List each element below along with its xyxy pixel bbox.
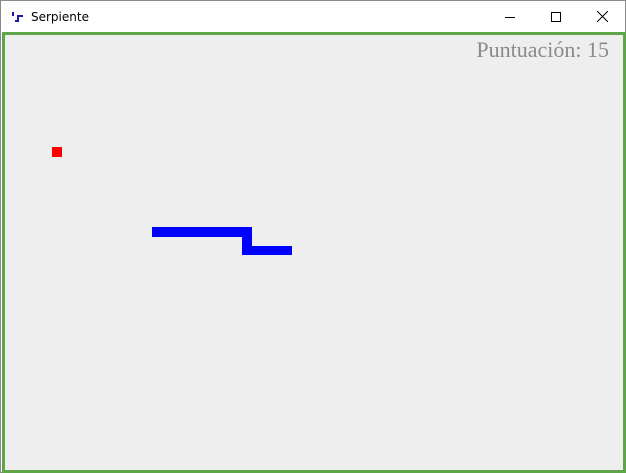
minimize-icon — [505, 16, 515, 18]
maximize-button[interactable] — [533, 1, 579, 32]
minimize-button[interactable] — [487, 1, 533, 32]
window-title: Serpiente — [31, 10, 89, 24]
game-canvas[interactable]: Puntuación: 15 — [2, 32, 626, 473]
snake-app-icon — [12, 12, 23, 22]
snake-head-segment — [242, 246, 292, 255]
close-button[interactable] — [579, 1, 625, 32]
food-pellet — [52, 147, 62, 157]
game-window: Serpiente Puntuación: 15 — [0, 0, 626, 473]
snake-body-segment — [152, 227, 252, 237]
title-bar[interactable]: Serpiente — [1, 1, 625, 32]
maximize-icon — [551, 11, 561, 22]
score-label: Puntuación: 15 — [476, 37, 609, 62]
close-icon — [596, 11, 608, 22]
